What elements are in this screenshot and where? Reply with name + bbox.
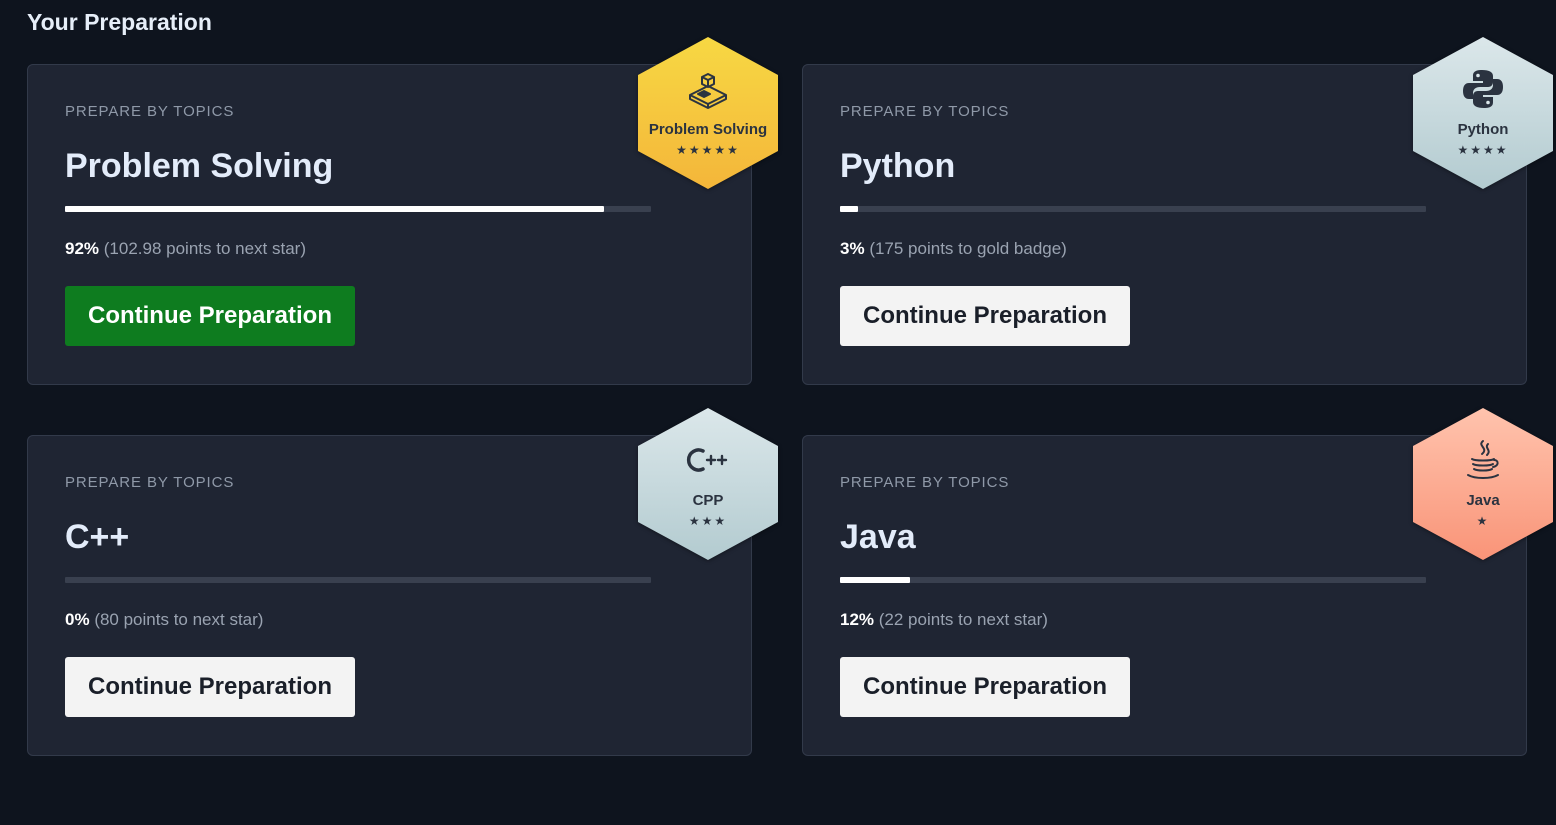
continue-preparation-button[interactable]: Continue Preparation (840, 286, 1130, 346)
cube-blocks-icon (638, 65, 778, 113)
progress-percent: 0% (65, 610, 90, 629)
progress-percent: 92% (65, 239, 100, 258)
progress-percent: 12% (840, 610, 875, 629)
progress-note: (175 points to gold badge) (869, 239, 1067, 258)
topic-title: Java (840, 518, 916, 556)
progress-text: 12% (22 points to next star) (840, 610, 1048, 630)
badge-cpp[interactable]: CPP ★★★ (638, 408, 778, 560)
badge-hexagon (638, 408, 778, 560)
badge-hexagon (1413, 408, 1553, 560)
progress-note: (102.98 points to next star) (103, 239, 306, 258)
cpp-logo-icon (638, 436, 778, 484)
badge-stars: ★ (1476, 514, 1490, 528)
card-eyebrow: PREPARE BY TOPICS (65, 103, 235, 120)
progress-percent: 3% (840, 239, 865, 258)
progress-fill (840, 206, 858, 212)
badge-stars: ★★★★★ (676, 143, 740, 157)
progress-note: (22 points to next star) (878, 610, 1048, 629)
card-eyebrow: PREPARE BY TOPICS (65, 474, 235, 491)
badge-label: Java (1466, 492, 1500, 509)
progress-bar (65, 577, 651, 583)
card-eyebrow: PREPARE BY TOPICS (840, 103, 1010, 120)
badge-label: Python (1457, 121, 1509, 138)
badge-hexagon (1413, 37, 1553, 189)
topic-title: C++ (65, 518, 130, 556)
progress-bar (840, 577, 1426, 583)
progress-note: (80 points to next star) (94, 610, 264, 629)
continue-preparation-button[interactable]: Continue Preparation (65, 657, 355, 717)
preparation-page: Your Preparation PREPARE BY TOPICS Probl… (0, 0, 1556, 825)
progress-bar (65, 206, 651, 212)
progress-text: 3% (175 points to gold badge) (840, 239, 1067, 259)
progress-text: 92% (102.98 points to next star) (65, 239, 306, 259)
progress-fill (65, 206, 605, 212)
badge-label: CPP (692, 492, 724, 509)
badge-java[interactable]: Java ★ (1413, 408, 1553, 560)
java-cup-icon (1413, 436, 1553, 484)
section-title: Your Preparation (27, 9, 212, 35)
continue-preparation-button[interactable]: Continue Preparation (65, 286, 355, 346)
card-eyebrow: PREPARE BY TOPICS (840, 474, 1010, 491)
python-logo-icon (1413, 65, 1553, 113)
badge-stars: ★★★ (688, 514, 728, 528)
topic-title: Problem Solving (65, 147, 334, 185)
continue-preparation-button[interactable]: Continue Preparation (840, 657, 1130, 717)
progress-text: 0% (80 points to next star) (65, 610, 263, 630)
topic-title: Python (840, 147, 956, 185)
progress-fill (840, 577, 911, 583)
badge-hexagon (638, 37, 778, 189)
badge-python[interactable]: Python ★★★★ (1413, 37, 1553, 189)
progress-bar (840, 206, 1426, 212)
badge-stars: ★★★★ (1457, 143, 1509, 157)
badge-problem-solving[interactable]: Problem Solving ★★★★★ (638, 37, 778, 189)
badge-label: Problem Solving (648, 121, 768, 138)
